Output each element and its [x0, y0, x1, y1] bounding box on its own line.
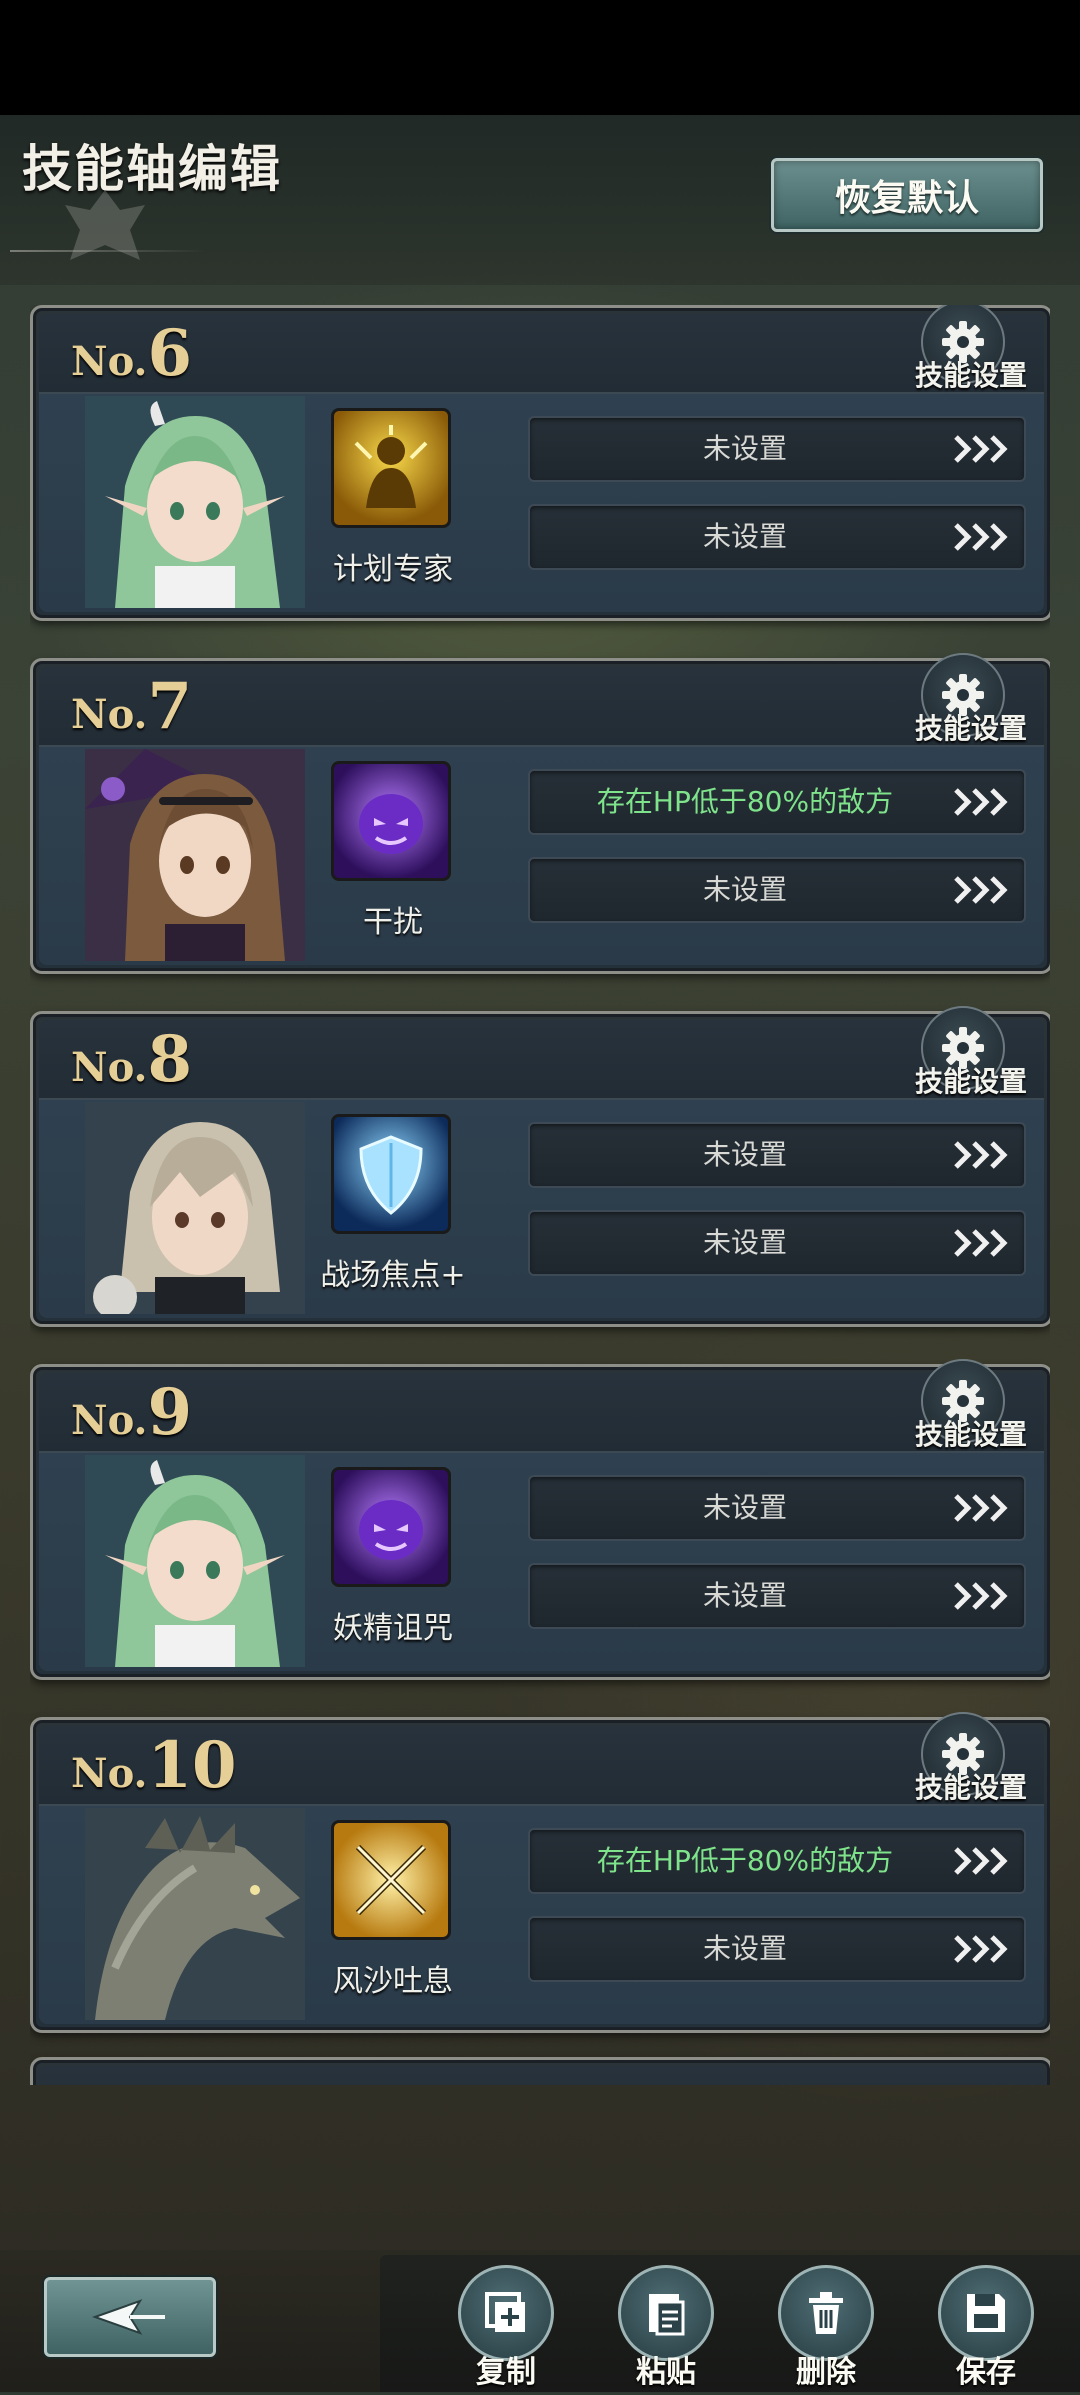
condition-text: 未设置 [702, 432, 787, 465]
bottom-toolbar: 复制 粘贴 删除 保存 [0, 2250, 1080, 2392]
card-header [39, 2066, 1044, 2085]
skill-icon[interactable] [331, 1114, 451, 1234]
triple-chevron-icon [954, 1229, 1008, 1257]
condition-slot-2[interactable]: 未设置 [528, 857, 1026, 923]
skill-card: No.9 技能设置 妖精诅咒 未设置 未设置 [30, 1359, 1050, 1680]
triple-chevron-icon [954, 1847, 1008, 1875]
header: 技能轴编辑 恢复默认 [0, 115, 1080, 285]
status-bar [0, 0, 1080, 115]
skill-icon[interactable] [331, 1820, 451, 1940]
skill-icon[interactable] [331, 761, 451, 881]
condition-slot-1[interactable]: 未设置 [528, 416, 1026, 482]
skill-name: 风沙吐息 [333, 1964, 453, 1999]
character-portrait [85, 1455, 305, 1667]
skill-name: 战场焦点+ [320, 1258, 466, 1293]
restore-default-button[interactable]: 恢复默认 [771, 158, 1043, 232]
triple-chevron-icon [954, 876, 1008, 904]
triple-chevron-icon [954, 1935, 1008, 1963]
character-portrait [85, 749, 305, 961]
back-arrow-icon [92, 2299, 165, 2335]
condition-slot-1[interactable]: 未设置 [528, 1122, 1026, 1188]
skill-icon[interactable] [331, 1467, 451, 1587]
condition-slot-2[interactable]: 未设置 [528, 1916, 1026, 1982]
triple-chevron-icon [954, 1582, 1008, 1610]
condition-text: 未设置 [702, 520, 787, 553]
skill-settings-label[interactable]: 技能设置 [891, 354, 1050, 394]
triple-chevron-icon [954, 1494, 1008, 1522]
skill-settings-label[interactable]: 技能设置 [891, 1766, 1050, 1806]
card-number: No.8 [71, 1022, 192, 1097]
condition-text: 未设置 [702, 1932, 787, 1965]
back-button[interactable] [44, 2277, 216, 2357]
skill-card: No.7 技能设置 干扰 存在HP低于80%的敌方 未设置 [30, 653, 1050, 974]
paste-button[interactable]: 粘贴 [600, 2265, 720, 2395]
condition-text: 未设置 [702, 1491, 787, 1524]
condition-text: 未设置 [702, 873, 787, 906]
delete-button[interactable]: 删除 [760, 2265, 880, 2395]
condition-slot-1[interactable]: 存在HP低于80%的敌方 [528, 769, 1026, 835]
copy-button[interactable]: 复制 [440, 2265, 560, 2395]
condition-slot-2[interactable]: 未设置 [528, 1563, 1026, 1629]
triple-chevron-icon [954, 435, 1008, 463]
copy-label: 复制 [476, 2355, 536, 2390]
triple-chevron-icon [954, 788, 1008, 816]
card-number: No.9 [71, 1375, 192, 1450]
condition-slot-1[interactable]: 存在HP低于80%的敌方 [528, 1828, 1026, 1894]
title-divider [10, 250, 205, 252]
character-portrait [85, 1808, 305, 2020]
condition-text: 未设置 [702, 1579, 787, 1612]
character-portrait [85, 1102, 305, 1314]
save-label: 保存 [956, 2355, 1016, 2390]
delete-label: 删除 [796, 2355, 856, 2390]
card-number: No.10 [71, 1728, 237, 1803]
dragon-emblem-icon [65, 190, 145, 260]
skill-settings-label[interactable]: 技能设置 [891, 1413, 1050, 1453]
action-panel: 复制 粘贴 删除 保存 [380, 2255, 1080, 2392]
skill-card-partial [30, 2057, 1050, 2085]
skill-name: 妖精诅咒 [333, 1611, 453, 1646]
skill-name: 计划专家 [333, 552, 453, 587]
skill-icon[interactable] [331, 408, 451, 528]
condition-text: 未设置 [702, 1138, 787, 1171]
card-number: No.6 [71, 316, 192, 391]
condition-text: 未设置 [702, 1226, 787, 1259]
skill-settings-label[interactable]: 技能设置 [891, 707, 1050, 747]
skill-sequence-list[interactable]: No.6 技能设置 计划专家 未设置 未设置 No.7 技能设置 干扰 存在HP… [30, 305, 1050, 2085]
skill-card: No.10 技能设置 风沙吐息 存在HP低于80%的敌方 未设置 [30, 1712, 1050, 2033]
condition-slot-2[interactable]: 未设置 [528, 1210, 1026, 1276]
condition-text: 存在HP低于80%的敌方 [596, 1844, 894, 1877]
character-portrait [85, 396, 305, 608]
save-button[interactable]: 保存 [920, 2265, 1040, 2395]
paste-label: 粘贴 [636, 2355, 696, 2390]
triple-chevron-icon [954, 1141, 1008, 1169]
skill-name: 干扰 [363, 905, 423, 940]
condition-slot-2[interactable]: 未设置 [528, 504, 1026, 570]
triple-chevron-icon [954, 523, 1008, 551]
condition-text: 存在HP低于80%的敌方 [596, 785, 894, 818]
skill-card: No.8 技能设置 战场焦点+ 未设置 未设置 [30, 1006, 1050, 1327]
card-number: No.7 [71, 669, 192, 744]
skill-settings-label[interactable]: 技能设置 [891, 1060, 1050, 1100]
skill-card: No.6 技能设置 计划专家 未设置 未设置 [30, 305, 1050, 621]
condition-slot-1[interactable]: 未设置 [528, 1475, 1026, 1541]
